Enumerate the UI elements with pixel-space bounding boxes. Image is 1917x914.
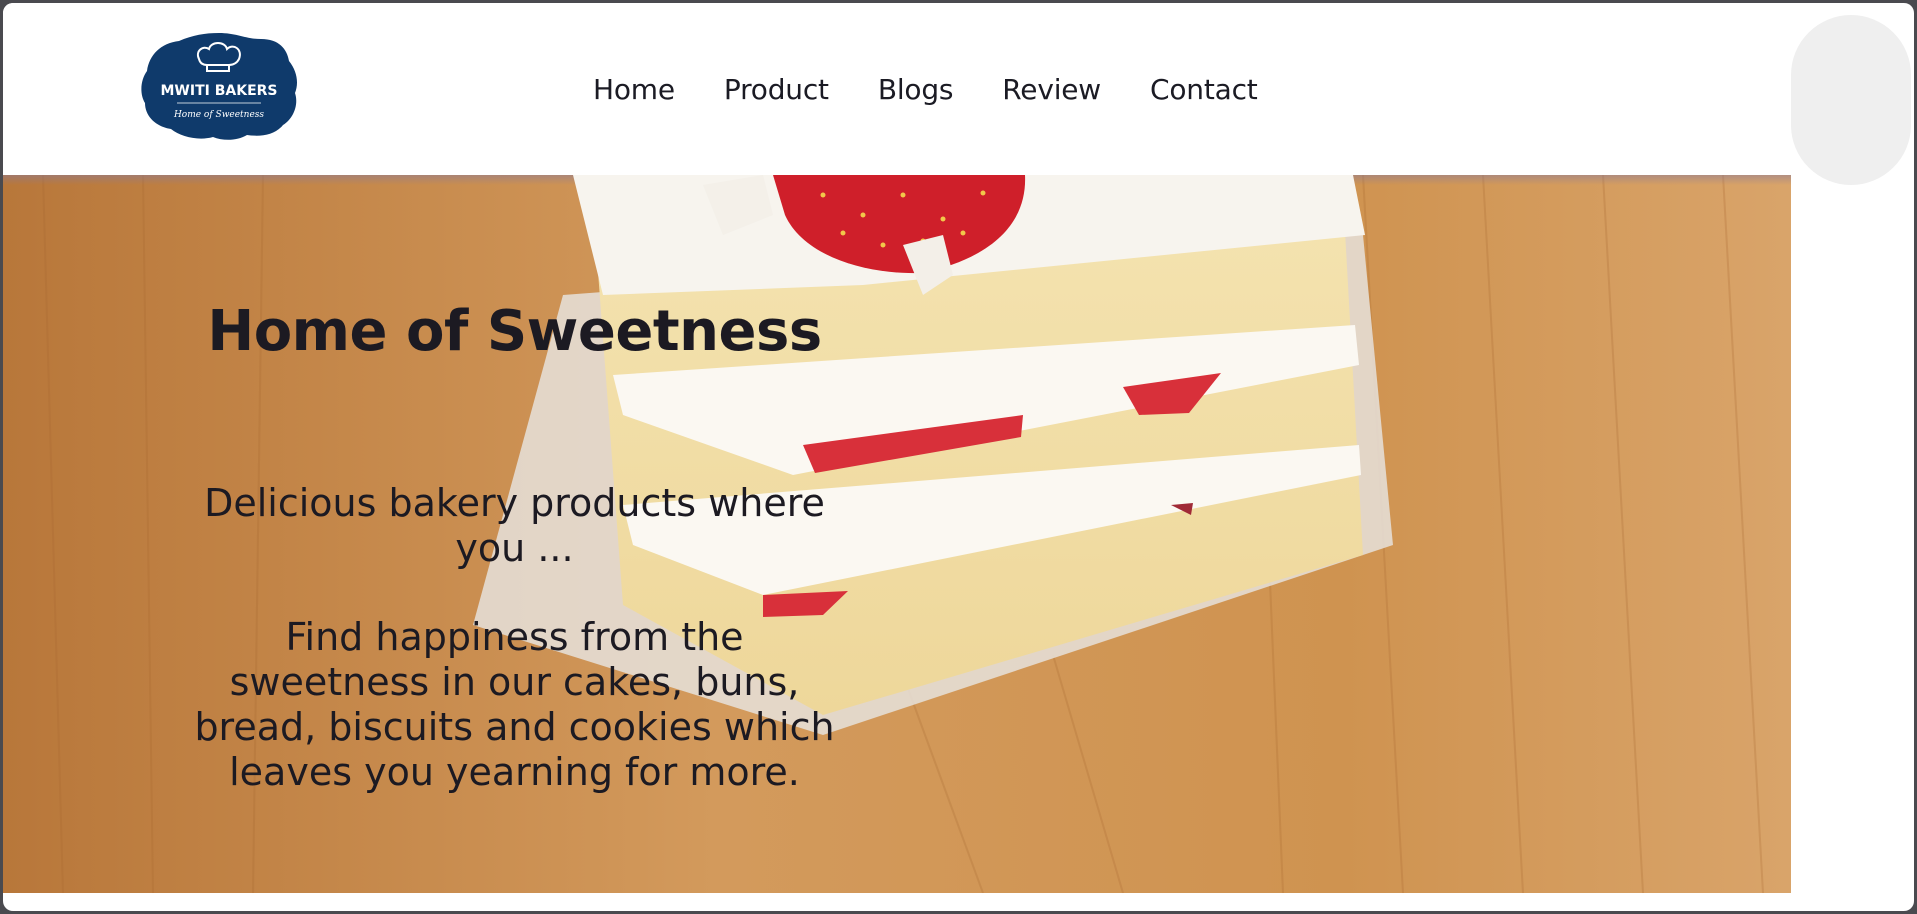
hero-section: Home of Sweetness Delicious bakery produ…: [3, 175, 1791, 893]
side-scroll-pill[interactable]: [1791, 15, 1911, 185]
logo-badge-icon: MWITI BAKERS Home of Sweetness: [141, 33, 297, 140]
hero-body-text: Find happiness from the sweetness in our…: [194, 615, 835, 794]
hero-title: Home of Sweetness: [207, 298, 822, 364]
nav-contact-link[interactable]: Contact: [1150, 73, 1258, 106]
site-header: MWITI BAKERS Home of Sweetness Home Prod…: [3, 3, 1791, 175]
main-nav: Home Product Blogs Review Contact: [593, 73, 1307, 106]
logo-tagline: Home of Sweetness: [173, 110, 264, 120]
nav-blogs-link[interactable]: Blogs: [878, 73, 954, 106]
nav-review-link[interactable]: Review: [1002, 73, 1101, 106]
brand-logo[interactable]: MWITI BAKERS Home of Sweetness: [137, 31, 301, 143]
nav-product-link[interactable]: Product: [724, 73, 829, 106]
hero-subtitle: Delicious bakery products where you ...: [204, 481, 825, 570]
logo-text: MWITI BAKERS: [161, 83, 278, 99]
browser-window: MWITI BAKERS Home of Sweetness Home Prod…: [3, 3, 1914, 911]
nav-home-link[interactable]: Home: [593, 73, 675, 106]
